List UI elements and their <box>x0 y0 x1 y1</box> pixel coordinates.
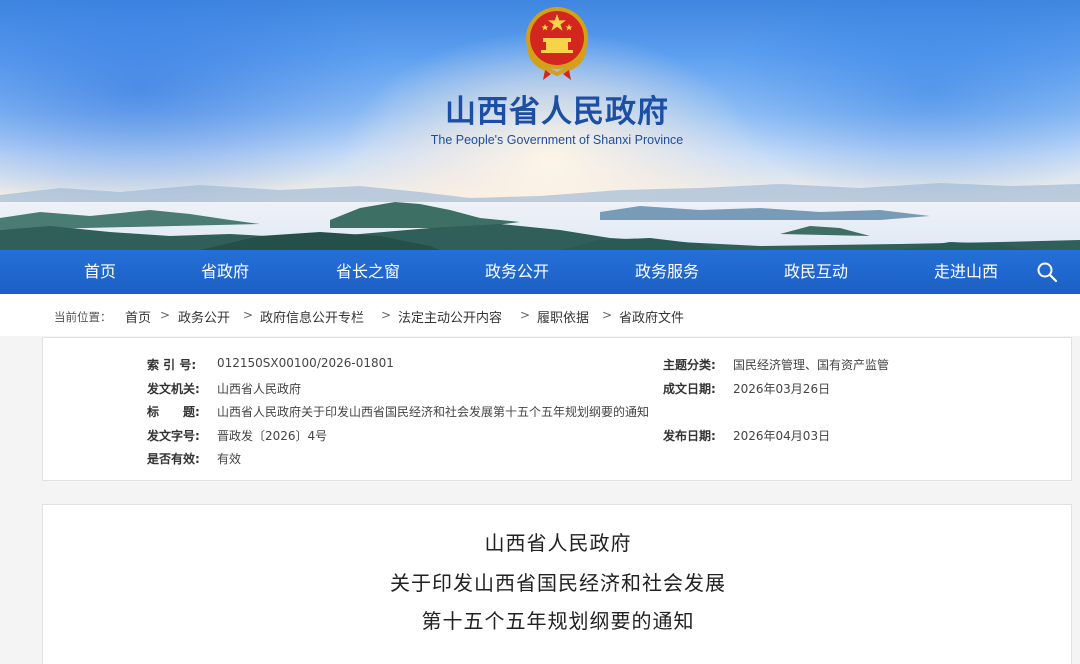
nav-item-provincial-government[interactable]: 省政府 <box>190 250 260 294</box>
issuer-label: 发文机关: <box>147 382 200 396</box>
breadcrumb-item-statutory-content[interactable]: 法定主动公开内容 <box>398 307 502 326</box>
index-number-value: 012150SX00100/2026-01801 <box>217 356 394 370</box>
article-title-line: 山西省人民政府 <box>484 531 632 555</box>
search-icon[interactable] <box>1036 261 1058 283</box>
nav-item-home[interactable]: 首页 <box>70 250 130 294</box>
nav-item-interaction[interactable]: 政民互动 <box>776 250 856 294</box>
breadcrumb-separator: > <box>520 308 531 322</box>
national-emblem-icon <box>526 7 588 80</box>
validity-label: 是否有效: <box>147 452 200 466</box>
published-date-label: 发布日期: <box>663 429 716 443</box>
breadcrumb-item-info-disclosure[interactable]: 政府信息公开专栏 <box>260 307 364 326</box>
breadcrumb-item-duty-basis[interactable]: 履职依据 <box>537 307 589 326</box>
doc-number-label: 发文字号: <box>147 429 200 443</box>
validity-value: 有效 <box>217 452 242 466</box>
header-banner: 山西省人民政府 The People's Government of Shanx… <box>0 0 1080 250</box>
nav-item-government-affairs[interactable]: 政务公开 <box>477 250 557 294</box>
nav-item-governor-window[interactable]: 省长之窗 <box>328 250 408 294</box>
site-title[interactable]: 山西省人民政府 <box>0 86 1080 131</box>
breadcrumb-item-home[interactable]: 首页 <box>125 307 151 326</box>
article-body: 山西省人民政府 关于印发山西省国民经济和社会发展 第十五个五年规划纲要的通知 <box>42 504 1072 664</box>
article-title-line: 关于印发山西省国民经济和社会发展 <box>390 571 726 595</box>
breadcrumb-separator: > <box>381 308 392 322</box>
doc-title-value: 山西省人民政府关于印发山西省国民经济和社会发展第十五个五年规划纲要的通知 <box>217 405 650 419</box>
doc-number-value: 晋政发〔2026〕4号 <box>217 429 328 443</box>
nav-item-about-shanxi[interactable]: 走进山西 <box>926 250 1006 294</box>
site-subtitle: The People's Government of Shanxi Provin… <box>430 133 684 147</box>
published-date-value: 2026年04月03日 <box>733 429 831 443</box>
nav-item-government-services[interactable]: 政务服务 <box>627 250 707 294</box>
topic-label: 主题分类: <box>663 358 716 372</box>
doc-title-label: 标 题: <box>147 405 200 419</box>
main-nav: 首页 省政府 省长之窗 政务公开 政务服务 政民互动 走进山西 <box>0 250 1080 294</box>
breadcrumb-lead: 当前位置： <box>54 310 112 324</box>
mountain-landscape <box>0 183 1080 250</box>
issuer-value: 山西省人民政府 <box>217 382 302 396</box>
breadcrumb-item-government-affairs[interactable]: 政务公开 <box>178 307 230 326</box>
breadcrumb-separator: > <box>243 308 254 322</box>
breadcrumb-item-provincial-documents[interactable]: 省政府文件 <box>619 307 684 326</box>
index-number-label: 索 引 号: <box>147 358 197 372</box>
breadcrumb-separator: > <box>602 308 613 322</box>
article-title-line: 第十五个五年规划纲要的通知 <box>421 609 695 633</box>
created-date-value: 2026年03月26日 <box>733 382 831 396</box>
created-date-label: 成文日期: <box>663 382 716 396</box>
breadcrumb: 当前位置： 首页 > 政务公开 > 政府信息公开专栏 > 法定主动公开内容 > … <box>0 294 1080 336</box>
document-metadata: 索 引 号: 012150SX00100/2026-01801 主题分类: 国民… <box>42 337 1072 481</box>
topic-value: 国民经济管理、国有资产监管 <box>733 358 890 372</box>
breadcrumb-separator: > <box>160 308 171 322</box>
